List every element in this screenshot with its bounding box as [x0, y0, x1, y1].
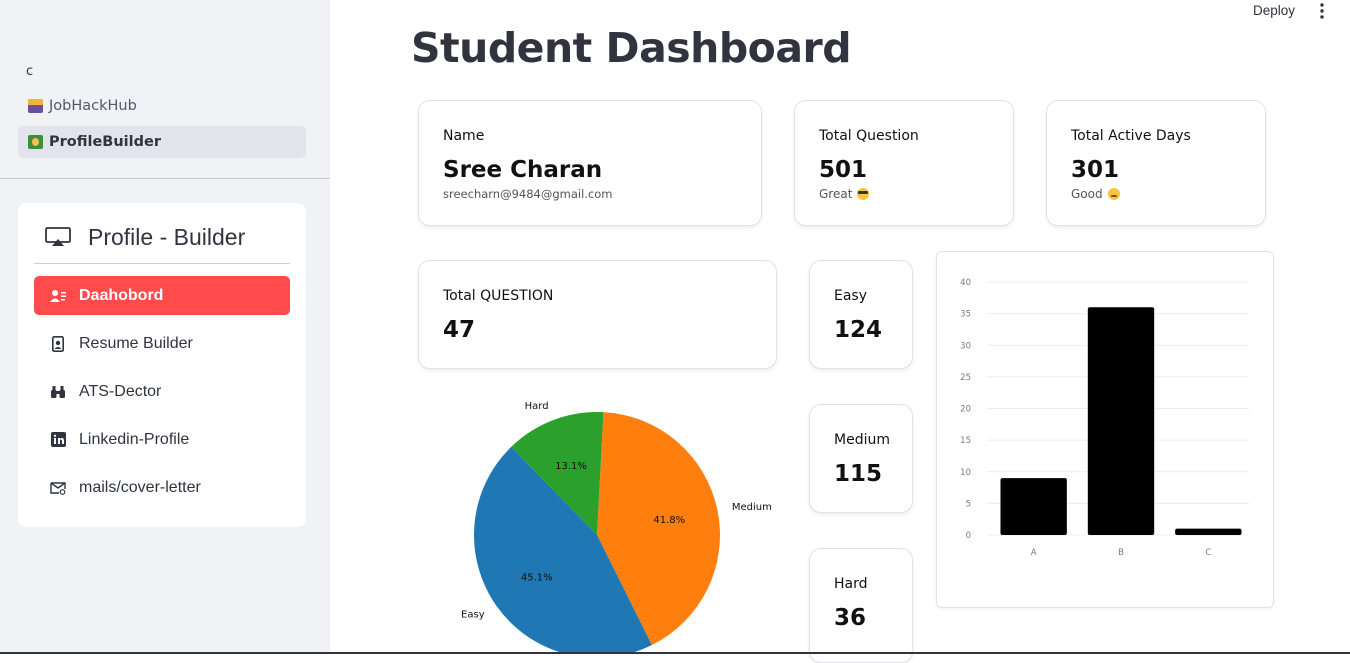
envelope-at-icon — [50, 480, 66, 496]
total-question-card: Total Question 501 Great — [794, 100, 1014, 226]
card-label: Total Active Days — [1071, 128, 1191, 144]
sidebar-nav-profilebuilder[interactable]: ProfileBuilder — [18, 126, 306, 158]
card-value: 501 — [819, 157, 868, 183]
sidebar-divider — [0, 178, 330, 179]
pie-category-label: Easy — [461, 610, 485, 621]
airplay-icon — [45, 227, 71, 246]
total-question-2-card: Total QUESTION 47 — [418, 260, 777, 369]
sidebar-nav-label: JobHackHub — [49, 98, 137, 114]
pie-pct-label: 45.1% — [521, 573, 553, 584]
menu-item-dashboard[interactable]: Daahobord — [34, 276, 290, 315]
card-label: Hard — [834, 576, 868, 592]
bar-a — [1000, 478, 1067, 535]
bar-y-tick: 15 — [960, 436, 971, 446]
card-label: Total Question — [819, 128, 919, 144]
bar-y-tick: 0 — [966, 531, 971, 541]
bar-b — [1087, 307, 1155, 535]
menu-item-label: ATS-Dector — [79, 382, 162, 400]
name-card: Name Sree Charan sreecharn@9484@gmail.co… — [418, 100, 762, 226]
difficulty-pie-chart: 41.8% Medium 45.1% Easy 13.1% Hard — [430, 395, 810, 658]
expressionless-face-icon — [1107, 188, 1120, 200]
menu-item-label: mails/cover-letter — [79, 478, 201, 496]
pie-category-label: Medium — [732, 502, 772, 513]
card-email: sreecharn@9484@gmail.com — [443, 187, 613, 201]
card-value: Sree Charan — [443, 157, 603, 183]
linkedin-icon — [50, 432, 66, 448]
sunglasses-face-icon — [857, 188, 870, 200]
menu-item-ats-dector[interactable]: ATS-Dector — [34, 372, 290, 411]
person-badge-icon — [50, 335, 66, 352]
bar-y-tick: 10 — [960, 468, 971, 478]
pie-pct-label: 13.1% — [555, 461, 587, 472]
menu-item-mails-cover-letter[interactable]: mails/cover-letter — [34, 468, 290, 507]
card-file-box-icon — [28, 99, 43, 113]
pie-category-label: Hard — [525, 401, 549, 412]
bar-y-tick: 30 — [960, 341, 971, 351]
bar-chart-card: 0 5 10 15 20 25 30 35 40 A B C — [936, 251, 1274, 608]
bar-x-tick: B — [1118, 548, 1124, 558]
medium-card: Medium 115 — [809, 404, 913, 513]
card-sub-text: Great — [819, 187, 853, 201]
bar-y-tick: 40 — [960, 278, 971, 288]
hard-card: Hard 36 — [809, 548, 913, 663]
construction-worker-icon — [28, 135, 43, 149]
deploy-button[interactable]: Deploy — [1253, 3, 1295, 18]
option-menu-title: Profile - Builder — [34, 223, 290, 264]
menu-item-resume-builder[interactable]: Resume Builder — [34, 324, 290, 363]
card-label: Name — [443, 128, 485, 144]
active-days-card: Total Active Days 301 Good — [1046, 100, 1266, 226]
sidebar-top-label: c — [26, 64, 34, 79]
sidebar: c JobHackHub ProfileBuilder Profile - Bu… — [0, 0, 330, 654]
option-menu: Profile - Builder Daahobord Resume Build… — [18, 203, 306, 527]
sidebar-nav-label: ProfileBuilder — [49, 134, 161, 150]
menu-item-label: Daahobord — [79, 286, 164, 304]
card-label: Total QUESTION — [443, 288, 554, 304]
bar-x-tick: A — [1031, 548, 1037, 558]
bar-c — [1175, 528, 1242, 535]
pie-pct-label: 41.8% — [653, 515, 685, 526]
easy-card: Easy 124 — [809, 260, 913, 369]
menu-item-label: Resume Builder — [79, 334, 193, 352]
card-value: 301 — [1071, 157, 1120, 183]
main-menu-icon[interactable] — [1312, 2, 1332, 20]
card-sub-text: Good — [1071, 187, 1103, 201]
card-value: 36 — [834, 605, 867, 631]
card-sub: Great — [819, 187, 870, 201]
bar-y-tick: 35 — [960, 310, 971, 320]
card-sub: Good — [1071, 187, 1120, 201]
person-lines-icon — [50, 288, 66, 304]
menu-item-linkedin-profile[interactable]: Linkedin-Profile — [34, 420, 290, 459]
bar-y-tick: 25 — [960, 373, 971, 383]
bar-y-tick: 20 — [960, 405, 971, 415]
card-value: 115 — [834, 461, 883, 487]
bar-x-tick: C — [1205, 548, 1211, 558]
option-menu-title-text: Profile - Builder — [88, 224, 246, 250]
sidebar-nav-jobhackhub[interactable]: JobHackHub — [18, 90, 306, 122]
card-value: 124 — [834, 317, 883, 343]
page-title: Student Dashboard — [411, 24, 852, 72]
bar-y-tick: 5 — [966, 499, 971, 509]
card-value: 47 — [443, 317, 476, 343]
card-label: Easy — [834, 288, 868, 304]
menu-item-label: Linkedin-Profile — [79, 430, 190, 448]
binoculars-icon — [50, 384, 66, 400]
card-label: Medium — [834, 432, 890, 448]
